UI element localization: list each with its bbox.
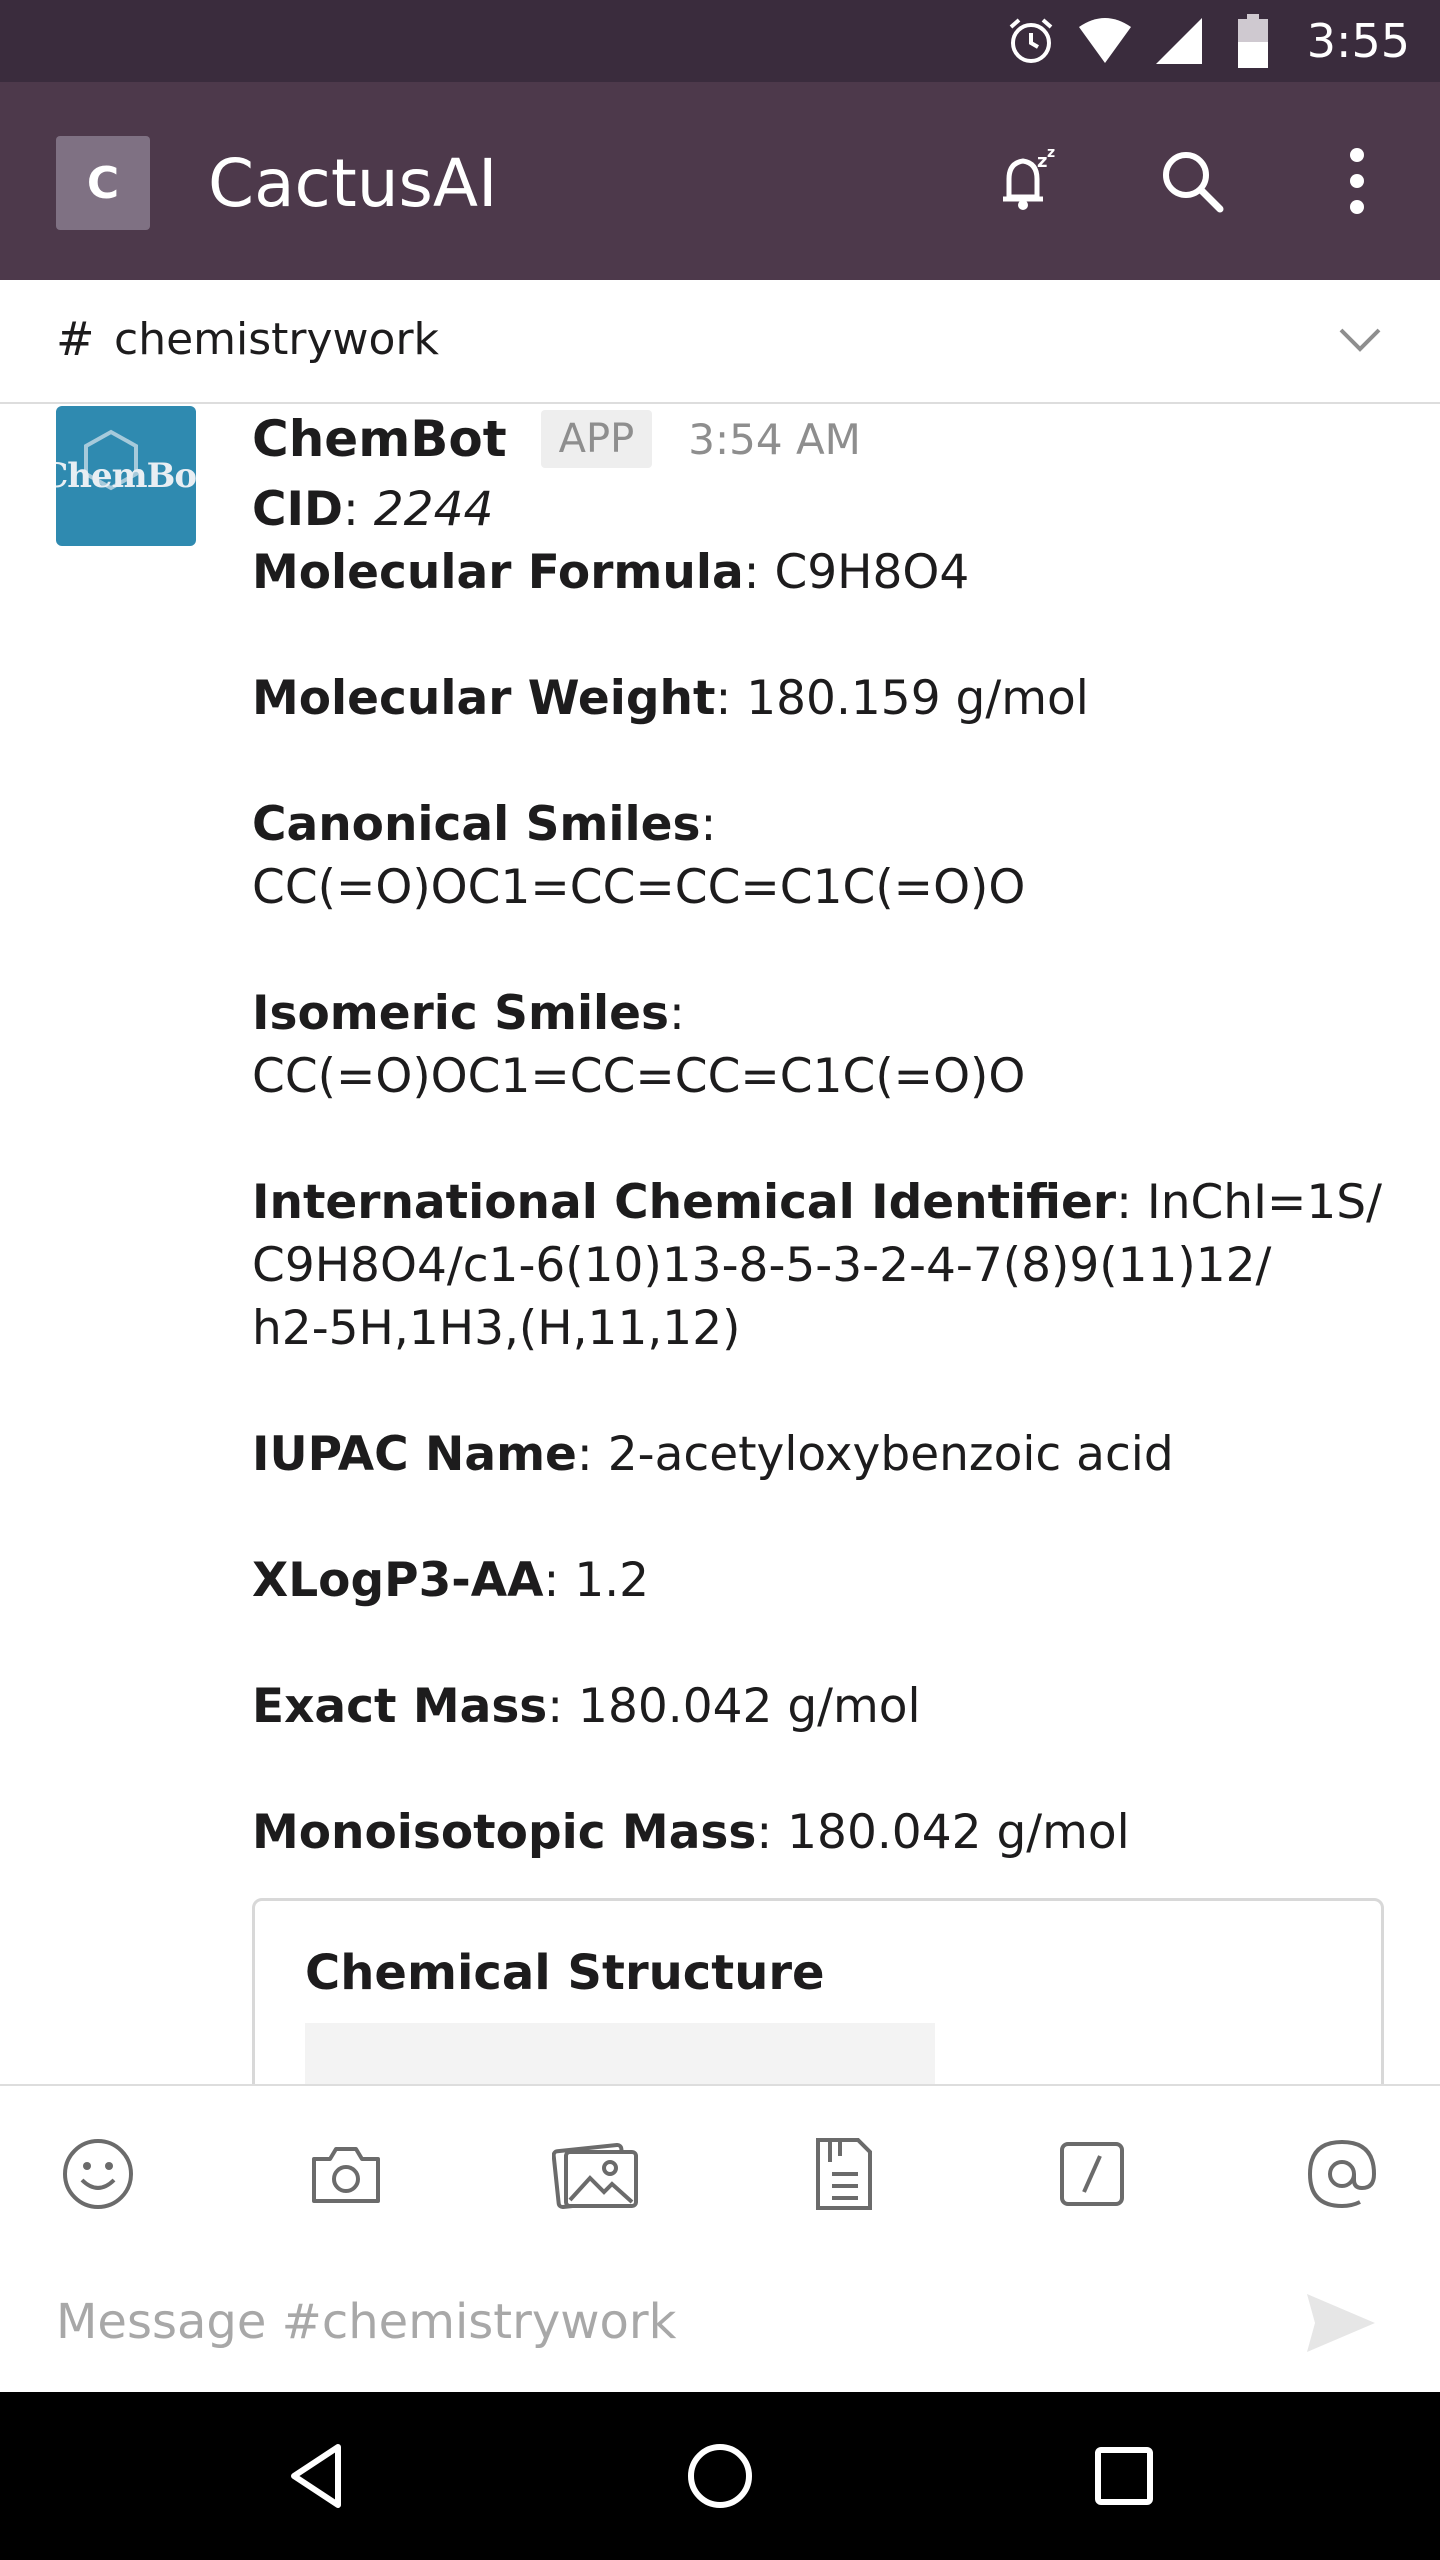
message-input[interactable] — [56, 2282, 1256, 2362]
alarm-icon — [1003, 13, 1059, 69]
slash-command-icon[interactable] — [1044, 2126, 1140, 2222]
svg-text:z: z — [1047, 145, 1055, 161]
xlogp-value: 1.2 — [574, 1553, 650, 1608]
structure-attachment[interactable]: Chemical Structure — [252, 1898, 1384, 2086]
message-composer — [0, 2084, 1440, 2392]
system-nav-bar — [0, 2392, 1440, 2560]
formula-label: Molecular Formula — [252, 545, 744, 600]
wifi-icon — [1077, 13, 1133, 69]
exact-mass-value: 180.042 g/mol — [578, 1679, 921, 1734]
xlogp-line: XLogP3-AA: 1.2 — [252, 1553, 650, 1608]
message-body: CID: 2244 Molecular Formula: C9H8O4 Mole… — [252, 478, 1392, 1864]
app-badge: APP — [540, 410, 653, 468]
photo-gallery-icon[interactable] — [548, 2126, 644, 2222]
weight-label: Molecular Weight — [252, 671, 716, 726]
weight-line: Molecular Weight: 180.159 g/mol — [252, 671, 1089, 726]
isomeric-line: Isomeric Smiles: — [252, 986, 685, 1041]
weight-value: 180.159 g/mol — [746, 671, 1089, 726]
isomeric-value: CC(=O)OC1=CC=CC=C1C(=O)O — [252, 1049, 1026, 1104]
inchi-label: International Chemical Identifier — [252, 1175, 1117, 1230]
inchi-value-part2: C9H8O4/c1-6(10)13-8-5-3-2-4-7(8)9(11)12/ — [252, 1238, 1272, 1293]
channel-name[interactable]: chemistrywork — [114, 314, 439, 365]
exact-mass-label: Exact Mass — [252, 1679, 548, 1734]
structure-image[interactable] — [305, 2023, 935, 2086]
snooze-bell-icon[interactable]: zz — [970, 126, 1080, 236]
cid-line: CID: 2244 — [252, 482, 494, 537]
team-avatar[interactable]: C — [56, 136, 150, 230]
message-list[interactable]: ChemBot ChemBot APP 3:54 AM CID: 2244 Mo… — [0, 406, 1440, 2086]
search-icon[interactable] — [1137, 126, 1247, 236]
xlogp-label: XLogP3-AA — [252, 1553, 544, 1608]
mono-mass-value: 180.042 g/mol — [787, 1805, 1130, 1860]
inchi-line: International Chemical Identifier: InChI… — [252, 1175, 1382, 1230]
inchi-value-part3: h2-5H,1H3,(H,11,12) — [252, 1301, 741, 1356]
app-screen: 3:55 C CactusAI zz # chemistrywork ChemB… — [0, 0, 1440, 2560]
bot-avatar[interactable]: ChemBot — [56, 406, 196, 546]
message-header: ChemBot APP 3:54 AM — [252, 406, 861, 472]
canonical-value: CC(=O)OC1=CC=CC=C1C(=O)O — [252, 860, 1026, 915]
chevron-down-icon[interactable] — [1330, 310, 1390, 370]
iupac-line: IUPAC Name: 2-acetyloxybenzoic acid — [252, 1427, 1174, 1482]
isomeric-label: Isomeric Smiles — [252, 986, 670, 1041]
more-vert-icon[interactable] — [1302, 126, 1412, 236]
message-timestamp: 3:54 AM — [688, 414, 861, 464]
canonical-label: Canonical Smiles — [252, 797, 701, 852]
formula-line: Molecular Formula: C9H8O4 — [252, 545, 970, 600]
canonical-line: Canonical Smiles: — [252, 797, 717, 852]
team-name[interactable]: CactusAI — [208, 144, 498, 224]
back-icon[interactable] — [266, 2426, 366, 2526]
bot-avatar-logo-text: ChemBot — [56, 456, 196, 496]
recents-icon[interactable] — [1074, 2426, 1174, 2526]
iupac-label: IUPAC Name — [252, 1427, 577, 1482]
status-time: 3:55 — [1306, 14, 1410, 68]
signal-icon — [1151, 13, 1207, 69]
send-icon[interactable] — [1296, 2278, 1386, 2368]
cid-value: 2244 — [373, 482, 494, 537]
iupac-value: 2-acetyloxybenzoic acid — [607, 1427, 1174, 1482]
home-icon[interactable] — [670, 2426, 770, 2526]
emoji-icon[interactable] — [50, 2126, 146, 2222]
mono-mass-line: Monoisotopic Mass: 180.042 g/mol — [252, 1805, 1130, 1860]
mono-mass-label: Monoisotopic Mass — [252, 1805, 757, 1860]
attachment-title: Chemical Structure — [305, 1945, 825, 2001]
sender-name[interactable]: ChemBot — [252, 410, 507, 468]
channel-hash-icon: # — [56, 312, 95, 366]
mention-icon[interactable] — [1294, 2126, 1390, 2222]
channel-header[interactable]: # chemistrywork — [0, 280, 1440, 404]
formula-value: C9H8O4 — [774, 545, 970, 600]
inchi-value-part1: InChI=1S/ — [1146, 1175, 1382, 1230]
file-icon[interactable] — [796, 2126, 892, 2222]
cid-label: CID — [252, 482, 343, 537]
app-bar: C CactusAI zz — [0, 82, 1440, 280]
exact-mass-line: Exact Mass: 180.042 g/mol — [252, 1679, 921, 1734]
status-bar: 3:55 — [0, 0, 1440, 82]
battery-icon — [1225, 13, 1281, 69]
svg-text:z: z — [1037, 151, 1047, 172]
camera-icon[interactable] — [298, 2126, 394, 2222]
